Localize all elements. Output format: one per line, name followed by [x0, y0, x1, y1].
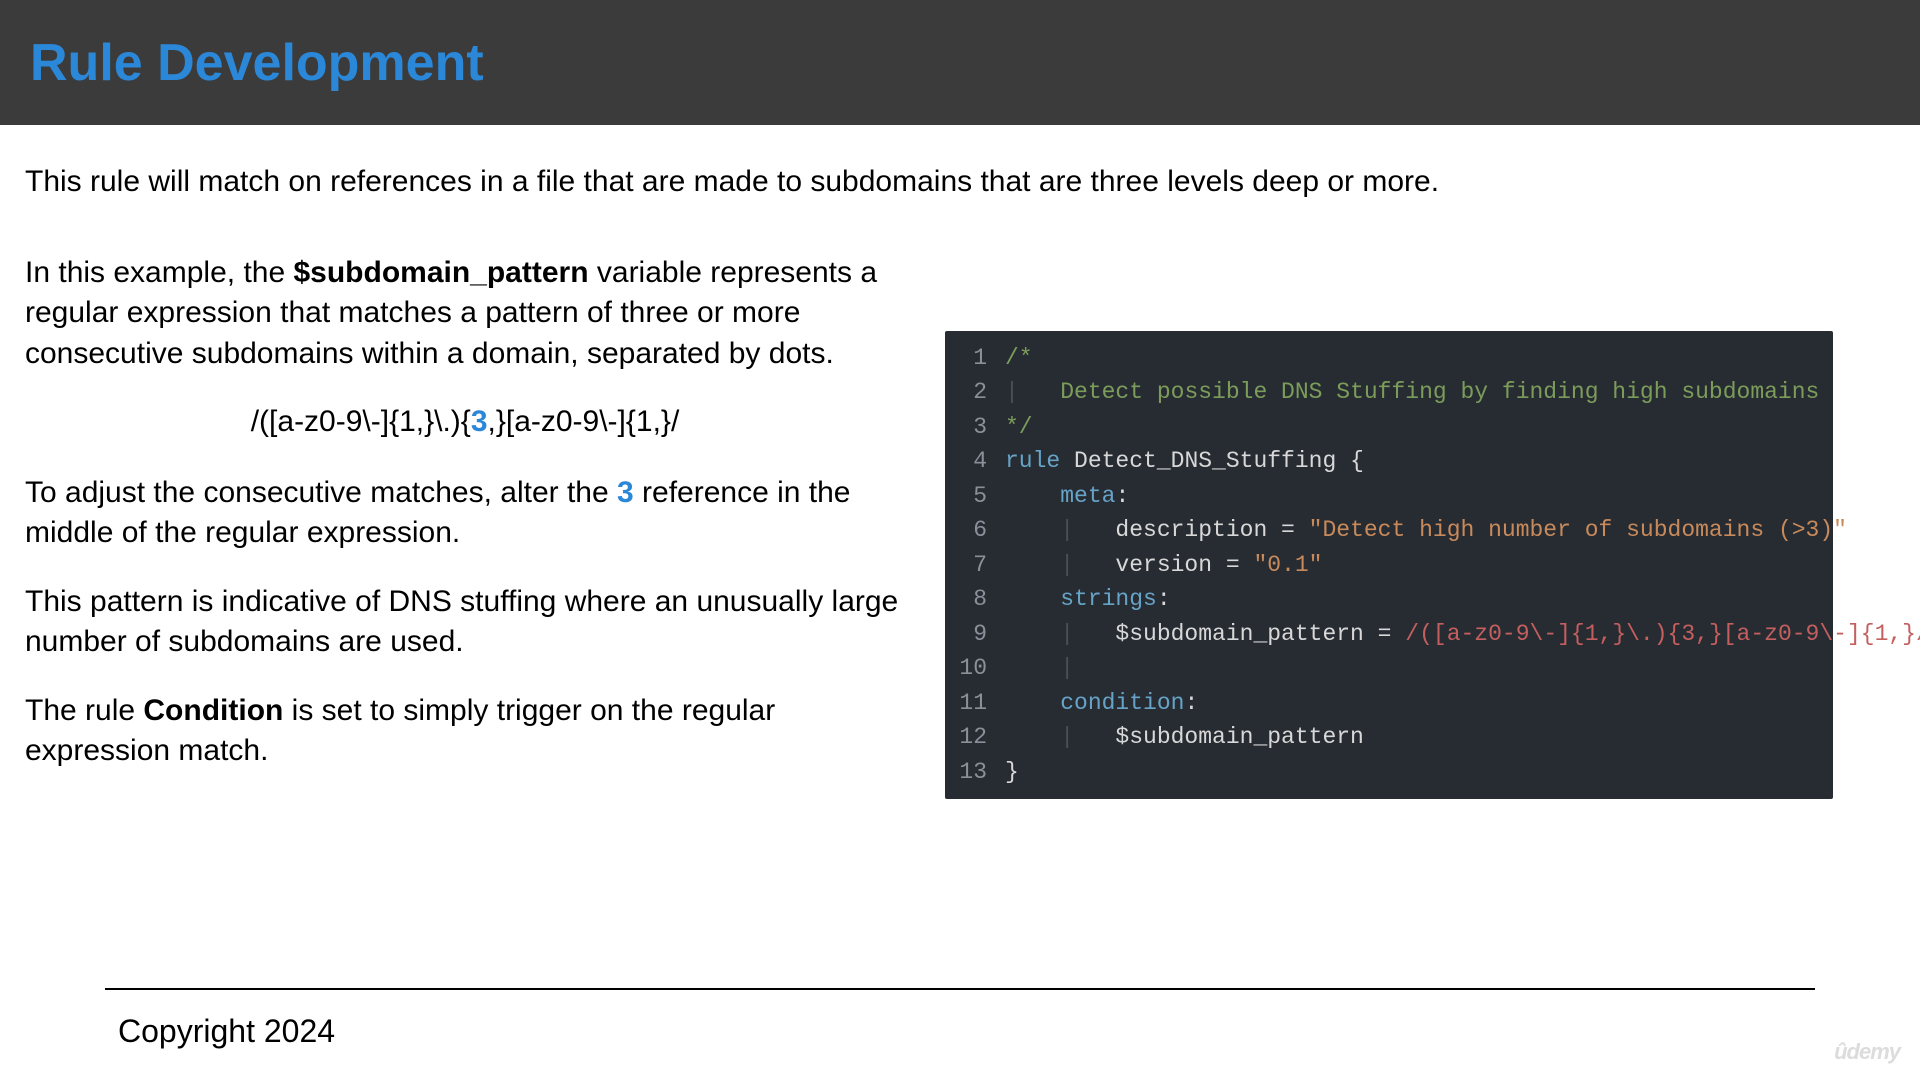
- token-field: description: [1115, 513, 1267, 548]
- slide-body: This rule will match on references in a …: [0, 125, 1920, 1015]
- token-colon: :: [1184, 686, 1198, 721]
- regex-before: /([a-z0-9\-]{1,}\.){: [251, 405, 471, 438]
- token-field: version: [1115, 548, 1212, 583]
- slide-title: Rule Development: [30, 33, 484, 93]
- code-column: 1/* 2| Detect possible DNS Stuffing by f…: [945, 253, 1895, 800]
- line-number: 12: [945, 720, 1005, 755]
- intro-text: This rule will match on references in a …: [25, 162, 1895, 203]
- p1-before: In this example, the: [25, 256, 293, 289]
- code-line-12: 12 | $subdomain_pattern: [945, 720, 1833, 755]
- token-section: strings: [1060, 582, 1157, 617]
- token-variable: $subdomain_pattern: [1115, 617, 1363, 652]
- line-number: 9: [945, 617, 1005, 652]
- line-number: 4: [945, 444, 1005, 479]
- p2-highlight: 3: [617, 476, 634, 509]
- paragraph-2: To adjust the consecutive matches, alter…: [25, 473, 905, 554]
- code-line-8: 8 strings:: [945, 582, 1833, 617]
- code-line-13: 13}: [945, 755, 1833, 790]
- line-number: 1: [945, 341, 1005, 376]
- line-number: 6: [945, 513, 1005, 548]
- paragraph-4: The rule Condition is set to simply trig…: [25, 691, 905, 772]
- token-brace: }: [1005, 755, 1019, 790]
- indent-guide: [1005, 479, 1060, 514]
- indent-guide: |: [1005, 548, 1115, 583]
- indent-guide: |: [1005, 651, 1115, 686]
- token-comment: Detect possible DNS Stuffing by finding …: [1060, 375, 1819, 410]
- paragraph-3: This pattern is indicative of DNS stuffi…: [25, 582, 905, 663]
- code-line-11: 11 condition:: [945, 686, 1833, 721]
- code-line-5: 5 meta:: [945, 479, 1833, 514]
- token-string: "Detect high number of subdomains (>3)": [1309, 513, 1847, 548]
- code-line-6: 6 | description = "Detect high number of…: [945, 513, 1833, 548]
- copyright-text: Copyright 2024: [118, 1013, 335, 1050]
- p2-before: To adjust the consecutive matches, alter…: [25, 476, 617, 509]
- code-line-2: 2| Detect possible DNS Stuffing by findi…: [945, 375, 1833, 410]
- udemy-watermark: ûdemy: [1834, 1039, 1900, 1065]
- yara-code-block: 1/* 2| Detect possible DNS Stuffing by f…: [945, 331, 1833, 800]
- slide-header: Rule Development: [0, 0, 1920, 125]
- token-eq: =: [1364, 617, 1405, 652]
- code-line-7: 7 | version = "0.1": [945, 548, 1833, 583]
- regex-display: /([a-z0-9\-]{1,}\.){3,}[a-z0-9\-]{1,}/: [25, 402, 905, 443]
- regex-after: ,}[a-z0-9\-]{1,}/: [488, 405, 680, 438]
- regex-highlight: 3: [471, 405, 488, 438]
- indent-guide: [1005, 582, 1060, 617]
- token-colon: :: [1157, 582, 1171, 617]
- indent-guide: |: [1005, 375, 1060, 410]
- indent-guide: |: [1005, 720, 1115, 755]
- code-line-9: 9 | $subdomain_pattern = /([a-z0-9\-]{1,…: [945, 617, 1833, 652]
- indent-guide: |: [1005, 617, 1115, 652]
- line-number: 13: [945, 755, 1005, 790]
- line-number: 5: [945, 479, 1005, 514]
- line-number: 8: [945, 582, 1005, 617]
- content-columns: In this example, the $subdomain_pattern …: [25, 253, 1895, 800]
- indent-guide: |: [1005, 513, 1115, 548]
- p4-bold: Condition: [143, 694, 283, 727]
- p1-variable: $subdomain_pattern: [293, 256, 588, 289]
- token-section: condition: [1060, 686, 1184, 721]
- token-regex: /([a-z0-9\-]{1,}\.){3,}[a-z0-9\-]{1,}/: [1405, 617, 1920, 652]
- paragraph-1: In this example, the $subdomain_pattern …: [25, 253, 905, 375]
- token-comment: /*: [1005, 341, 1033, 376]
- token-section: meta: [1060, 479, 1115, 514]
- indent-guide: [1005, 686, 1060, 721]
- explanation-column: In this example, the $subdomain_pattern …: [25, 253, 905, 800]
- footer-divider: [105, 988, 1815, 990]
- line-number: 11: [945, 686, 1005, 721]
- code-line-3: 3*/: [945, 410, 1833, 445]
- code-line-1: 1/*: [945, 341, 1833, 376]
- line-number: 10: [945, 651, 1005, 686]
- line-number: 7: [945, 548, 1005, 583]
- token-eq: =: [1267, 513, 1308, 548]
- token-rulename: Detect_DNS_Stuffing: [1060, 444, 1350, 479]
- token-keyword: rule: [1005, 444, 1060, 479]
- line-number: 2: [945, 375, 1005, 410]
- token-comment: */: [1005, 410, 1033, 445]
- token-colon: :: [1115, 479, 1129, 514]
- line-number: 3: [945, 410, 1005, 445]
- p4-before: The rule: [25, 694, 143, 727]
- code-line-10: 10 |: [945, 651, 1833, 686]
- token-string: "0.1": [1253, 548, 1322, 583]
- token-brace: {: [1350, 444, 1364, 479]
- code-line-4: 4rule Detect_DNS_Stuffing {: [945, 444, 1833, 479]
- token-variable: $subdomain_pattern: [1115, 720, 1363, 755]
- token-eq: =: [1212, 548, 1253, 583]
